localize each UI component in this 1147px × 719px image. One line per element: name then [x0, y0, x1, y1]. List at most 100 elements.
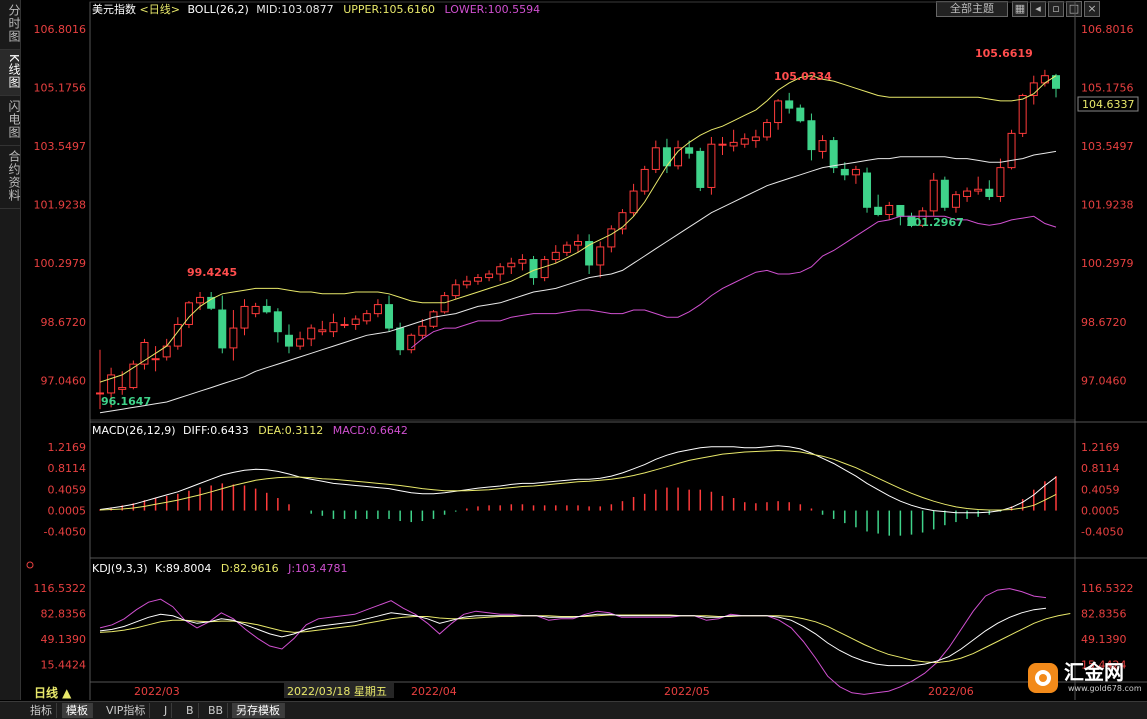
x-tick-month-4: 2022/06	[928, 685, 974, 698]
y-tick-left: 100.2979	[34, 257, 87, 270]
y-tick-left: 105.1756	[34, 81, 87, 94]
y-tick-left: 0.8114	[48, 462, 87, 475]
main-panel-border	[89, 1, 1076, 421]
candle-body	[1018, 95, 1027, 134]
macd-dea: DEA:0.3112	[258, 424, 323, 437]
main-header: 美元指数 <日线> BOLL(26,2) MID:103.0877 UPPER:…	[92, 2, 540, 16]
candle-body	[974, 188, 983, 192]
candle-body	[729, 141, 738, 147]
candle-body	[596, 246, 605, 266]
y-tick-left: 1.2169	[48, 441, 87, 454]
candle-body	[885, 204, 894, 215]
candle-body	[429, 311, 438, 327]
tab-j[interactable]: J	[160, 703, 173, 718]
candle-body	[318, 329, 327, 333]
tab-templates[interactable]: 模板	[62, 703, 93, 718]
y-tick-left: -0.4050	[44, 526, 86, 539]
kdj-header: KDJ(9,3,3) K:89.8004 D:82.9616 J:103.478…	[92, 562, 348, 575]
kdj-d-line	[99, 613, 1071, 664]
candle-body	[951, 194, 960, 208]
candle-body	[529, 259, 538, 279]
last-price-label: 104.6337	[1082, 98, 1135, 111]
candle-body	[829, 140, 838, 169]
candle-body	[251, 305, 260, 315]
boll-lower: LOWER:100.5594	[444, 3, 540, 16]
candle-body	[273, 311, 282, 333]
candle-body	[818, 140, 827, 152]
kdj-k: K:89.8004	[155, 562, 211, 575]
candle-body	[418, 325, 427, 336]
annotation-high-2: 105.0234	[774, 70, 832, 83]
candle-body	[96, 392, 104, 395]
candle-body	[751, 136, 760, 142]
macd-header: MACD(26,12,9) DIFF:0.6433 DEA:0.3112 MAC…	[92, 424, 408, 437]
candle-body	[151, 358, 160, 361]
candle-body	[362, 313, 371, 322]
kdj-name: KDJ(9,3,3)	[92, 562, 148, 575]
tab-indicators[interactable]: 指标	[26, 703, 57, 718]
candle-body	[307, 327, 316, 340]
candle-body	[863, 172, 872, 208]
boll-label: BOLL(26,2)	[187, 3, 248, 16]
macd-diff: DIFF:0.6433	[183, 424, 249, 437]
candle-body	[284, 334, 293, 347]
x-tick-month-3: 2022/05	[664, 685, 710, 698]
candle-body	[840, 168, 849, 176]
candle-body	[740, 138, 749, 145]
period-toggle[interactable]: 日线 ▲	[34, 685, 72, 700]
y-tick-left: 15.4424	[41, 659, 87, 672]
cursor-date: 2022/03/18 星期五	[287, 685, 387, 698]
candle-body	[785, 100, 794, 109]
candle-body	[473, 277, 482, 282]
candle-body	[240, 305, 249, 329]
y-tick-right: 103.5497	[1081, 140, 1134, 153]
candle-body	[518, 259, 527, 264]
y-tick-right: 105.1756	[1081, 81, 1134, 94]
candle-body	[507, 262, 516, 268]
y-tick-left: 103.5497	[34, 140, 87, 153]
candle-body	[218, 309, 227, 349]
candle-body	[440, 295, 449, 313]
instrument-name: 美元指数	[92, 2, 136, 16]
candle-body	[262, 305, 271, 313]
y-tick-left: 0.4059	[48, 483, 87, 496]
logo-url: www.gold678.com	[1068, 684, 1142, 693]
tab-b[interactable]: B	[182, 703, 199, 718]
candle-body	[774, 100, 783, 124]
annotation-high-3: 105.6619	[975, 47, 1033, 60]
settings-icon[interactable]	[26, 561, 34, 569]
candle-body	[373, 304, 382, 315]
candle-body	[340, 323, 349, 326]
candle-body	[607, 228, 616, 248]
y-tick-right: 98.6720	[1081, 316, 1127, 329]
kdj-j-line	[99, 588, 1047, 695]
tab-save-template[interactable]: 另存模板	[232, 703, 285, 718]
candle-body	[540, 259, 549, 279]
candle-body	[196, 296, 205, 304]
y-tick-right: 100.2979	[1081, 257, 1134, 270]
tab-bb[interactable]: BB	[204, 703, 229, 718]
candle-body	[562, 244, 571, 253]
candle-body	[651, 147, 660, 170]
y-tick-right: 0.8114	[1081, 462, 1120, 475]
bottom-toolbar: 指标 模板 VIP指标 J B BB 另存模板	[0, 701, 1147, 719]
y-tick-right: 116.5322	[1081, 582, 1134, 595]
candle-body	[963, 190, 972, 197]
y-tick-right: 97.0460	[1081, 374, 1127, 387]
macd-name: MACD(26,12,9)	[92, 424, 176, 437]
annotation-high-1: 99.4245	[187, 266, 237, 279]
boll-mid: MID:103.0877	[256, 3, 333, 16]
candle-body	[485, 273, 494, 279]
candle-body	[385, 304, 394, 329]
candle-body	[851, 168, 860, 176]
y-tick-left: 101.9238	[34, 199, 87, 212]
candle-body	[329, 322, 338, 333]
candle-body	[351, 318, 360, 325]
tab-vip-indicators[interactable]: VIP指标	[102, 703, 151, 718]
kdj-j: J:103.4781	[287, 562, 347, 575]
candle-body	[807, 120, 816, 151]
candle-body	[996, 167, 1005, 197]
candle-body	[396, 327, 405, 351]
y-tick-right: 0.0005	[1081, 505, 1120, 518]
candle-body	[718, 143, 727, 146]
